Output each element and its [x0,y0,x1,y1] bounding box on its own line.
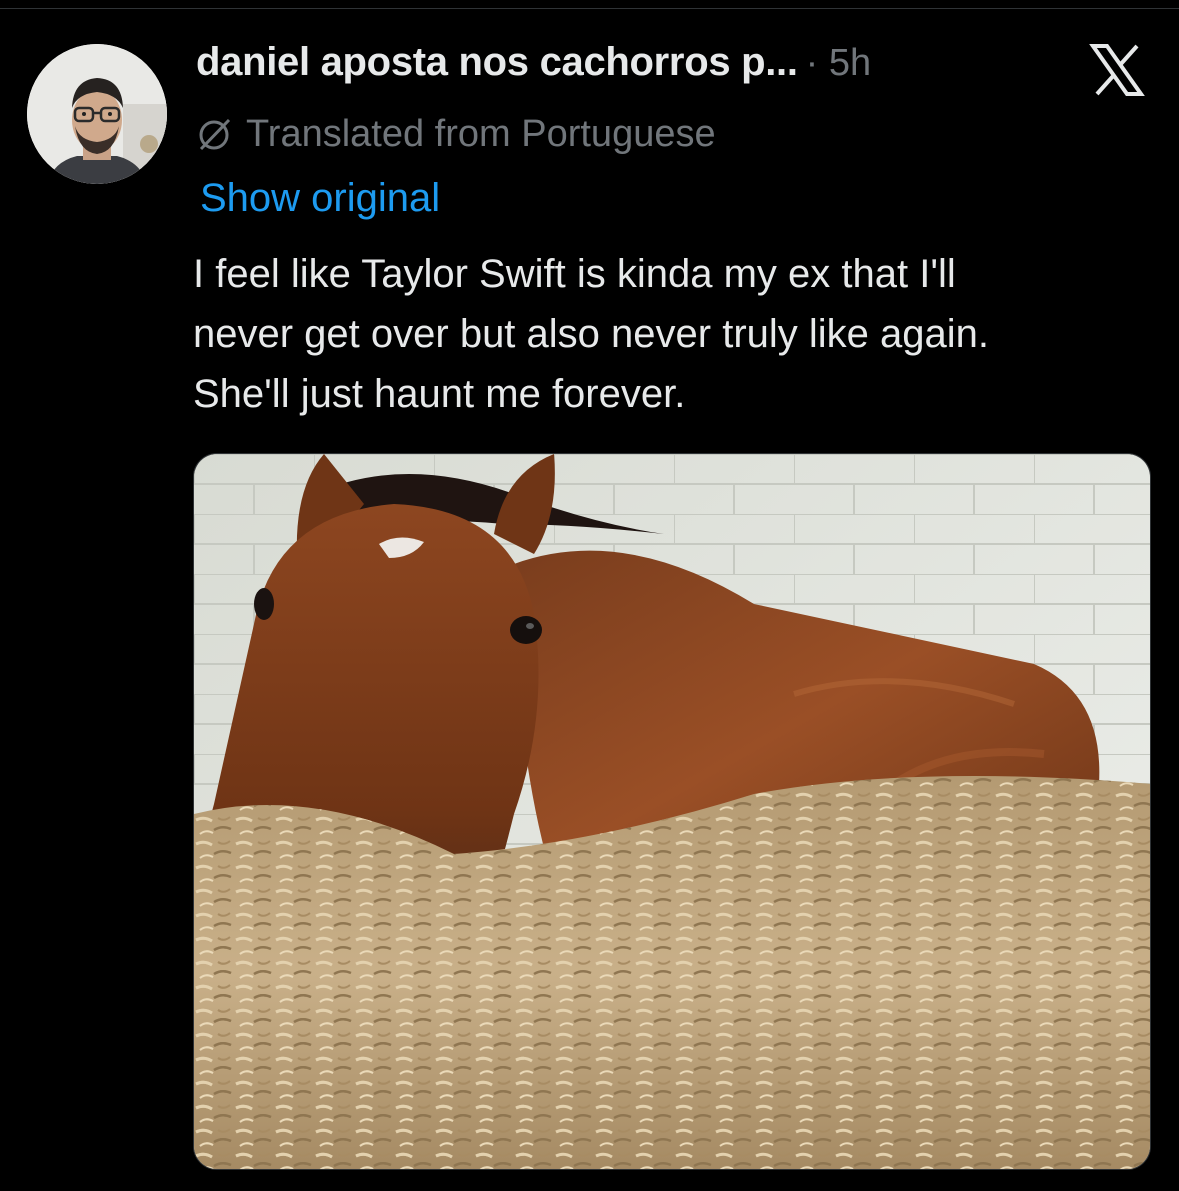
avatar[interactable] [27,44,167,184]
top-divider [0,8,1179,9]
x-logo-icon[interactable] [1087,44,1147,96]
translation-notice: Translated from Portuguese [196,108,716,160]
tweet-text-line: I feel like Taylor Swift is kinda my ex … [193,252,956,296]
translation-label: Translated from Portuguese [246,112,716,155]
show-original-link[interactable]: Show original [200,176,440,221]
tweet-text-line: She'll just haunt me forever. [193,372,686,416]
horse-photo [194,454,1150,1169]
tweet-media[interactable] [193,453,1151,1170]
tweet-text: I feel like Taylor Swift is kinda my ex … [193,244,1153,424]
translate-icon [199,118,231,151]
tweet-text-line: never get over but also never truly like… [193,312,989,356]
author-name[interactable]: daniel aposta nos cachorros p... [196,40,798,85]
tweet-header: daniel aposta nos cachorros p... · 5h [196,40,1016,100]
timestamp[interactable]: · 5h [806,42,871,85]
avatar-image [27,44,167,184]
